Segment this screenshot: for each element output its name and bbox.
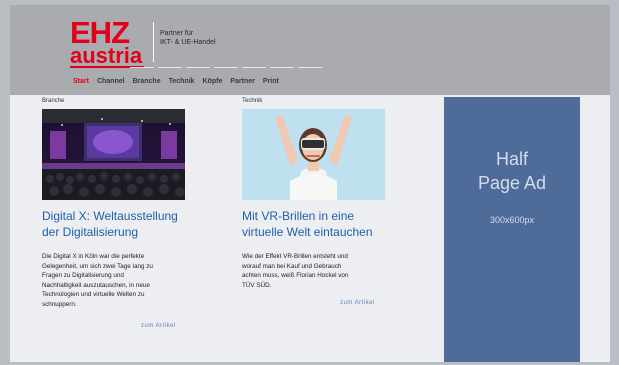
main-nav: Start Channel Branche Technik Köpfe Part… [73,78,287,85]
ehz-austria-logo[interactable]: EHZ austria [70,15,143,68]
article-title-digital-x[interactable]: Digital X: Weltausstellung der Digitalis… [42,208,212,240]
logo-wordmark-bottom: austria [70,43,143,68]
article-title-line: der Digitalisierung [42,225,139,239]
logo-divider [153,22,154,62]
teaser-line: Wie der Effekt VR-Brillen entsteht und [242,253,348,260]
nav-separator [130,67,154,68]
nav-separator [270,67,294,68]
nav-separator [186,67,210,68]
nav-item-partner[interactable]: Partner [230,78,255,85]
teaser-line: worauf man bei Kauf und Gebrauch [242,262,342,270]
nav-separators [70,67,322,68]
page-frame: EHZ austria Partner für IKT- & UE-Handel… [10,5,610,362]
teaser-line: achten muss, weiß Florian Hockel von [242,272,349,279]
ad-title: Half Page Ad [444,147,580,195]
article-category-technik: Technik [242,98,263,104]
half-page-ad[interactable]: Half Page Ad 300x600px [444,97,580,362]
ad-title-line: Half [495,149,528,169]
ad-size-label: 300x600px [489,215,535,225]
article-title-vr-brillen[interactable]: Mit VR-Brillen in eine virtuelle Welt ei… [242,208,412,240]
nav-item-technik[interactable]: Technik [169,78,195,85]
article-teaser-digital-x: Die Digital X in Köln war die perfekte G… [42,252,192,309]
site-header: EHZ austria Partner für IKT- & UE-Handel… [10,5,610,95]
nav-separator [242,67,266,68]
nav-separator [158,67,182,68]
teaser-line: schnuppern. [42,300,77,308]
nav-separator [298,67,322,68]
site-tagline: Partner für IKT- & UE-Handel [160,29,216,47]
article-title-line: Mit VR-Brillen in eine [242,209,355,223]
tagline-line-2: IKT- & UE-Handel [160,39,216,46]
teaser-line: Fragen zu Digitalisierung und [42,272,124,279]
read-more-link-vr-brillen[interactable]: zum Artikel [340,300,375,306]
nav-item-koepfe[interactable]: Köpfe [203,78,223,85]
read-more-link-digital-x[interactable]: zum Artikel [141,323,176,329]
article-title-line: Digital X: Weltausstellung [42,209,178,223]
article-teaser-vr-brillen: Wie der Effekt VR-Brillen entsteht und w… [242,252,392,290]
article-image-vr-headset[interactable] [242,109,385,200]
ad-title-line: Page Ad [477,173,547,193]
article-category-branche: Branche [42,98,65,104]
article-title-line: virtuelle Welt eintauchen [242,225,373,239]
teaser-line: Die Digital X in Köln war die perfekte [42,253,145,260]
teaser-line: Technologien und virtuelle Welten zu [42,291,145,298]
article-image-concert[interactable] [42,109,185,200]
logo-wordmark-top: EHZ [70,15,130,50]
nav-item-print[interactable]: Print [263,78,279,85]
teaser-line: Nachhaltigkeit auszutauschen, in neue [42,281,150,289]
teaser-line: TÜV SÜD. [242,281,272,289]
teaser-line: Gelegenheit, um sich zwei Tage lang zu [42,262,153,270]
nav-item-channel[interactable]: Channel [97,78,125,85]
nav-item-start[interactable]: Start [73,78,89,85]
nav-item-branche[interactable]: Branche [133,78,161,85]
nav-separator [214,67,238,68]
tagline-line-1: Partner für [160,30,194,37]
